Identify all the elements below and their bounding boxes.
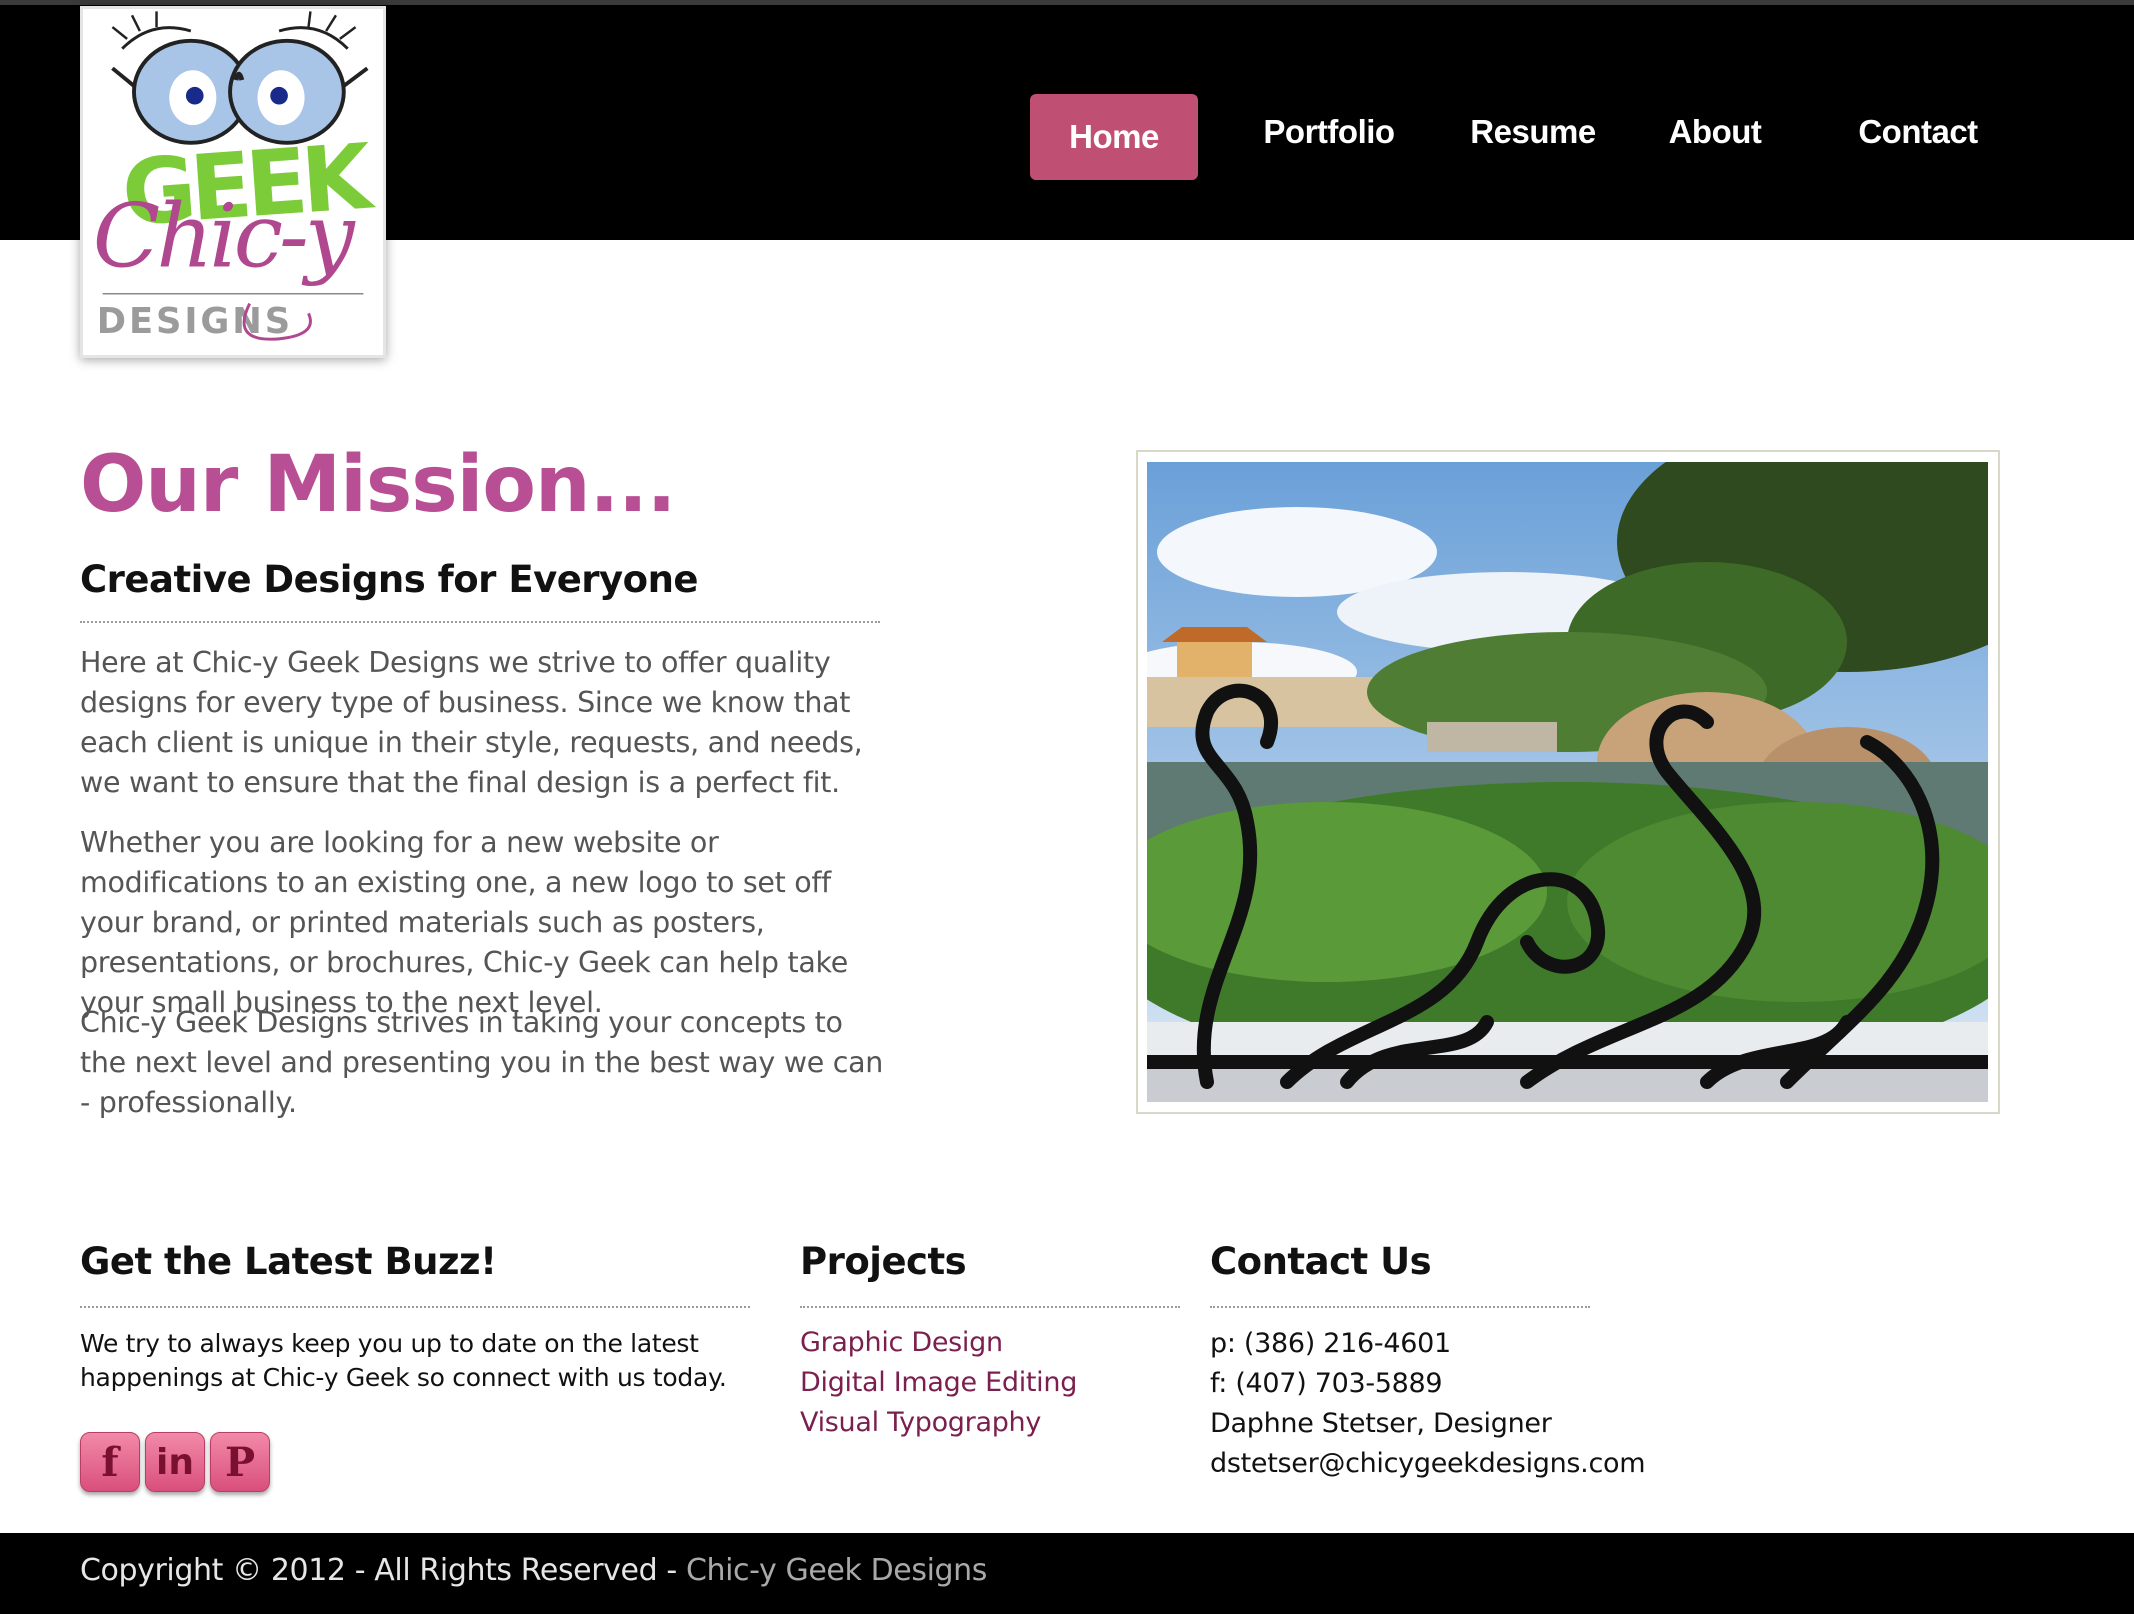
projects-heading: Projects <box>800 1240 967 1283</box>
projects-divider <box>800 1306 1180 1308</box>
facebook-icon[interactable]: f <box>80 1432 140 1492</box>
contact-phone: p: (386) 216-4601 <box>1210 1328 1451 1359</box>
contact-email-link[interactable]: dstetser@chicygeekdesigns.com <box>1210 1448 1646 1479</box>
project-link-digital-image-editing[interactable]: Digital Image Editing <box>800 1366 1077 1400</box>
site-logo[interactable]: GEEK Chic-y DESIGNS <box>80 6 386 358</box>
contact-divider <box>1210 1306 1590 1308</box>
buzz-divider <box>80 1306 750 1308</box>
copyright-text: Copyright © 2012 - All Rights Reserved -… <box>80 1553 987 1588</box>
garden-photo-image <box>1147 462 1988 1102</box>
svg-text:Chic-y: Chic-y <box>93 184 356 287</box>
mission-subtitle: Creative Designs for Everyone <box>80 558 699 601</box>
buzz-text-line: We try to always keep you up to date on … <box>80 1329 699 1358</box>
mission-title: Our Mission... <box>80 440 676 530</box>
mission-paragraph: Here at Chic-y Geek Designs we strive to… <box>80 646 863 799</box>
project-link-visual-typography[interactable]: Visual Typography <box>800 1406 1041 1440</box>
copyright-label: Copyright © 2012 - All Rights Reserved - <box>80 1553 686 1588</box>
contact-fax: f: (407) 703-5889 <box>1210 1368 1443 1399</box>
nav-item-resume[interactable]: Resume <box>1458 94 1608 180</box>
nav-item-home[interactable]: Home <box>1030 94 1198 180</box>
garden-photo <box>1147 462 1988 1102</box>
nav-item-portfolio[interactable]: Portfolio <box>1244 94 1414 180</box>
nav-item-contact[interactable]: Contact <box>1838 94 1998 180</box>
linkedin-icon[interactable]: in <box>145 1432 205 1492</box>
footer-brand-link[interactable]: Chic-y Geek Designs <box>686 1553 987 1588</box>
contact-heading: Contact Us <box>1210 1240 1432 1283</box>
buzz-text-line: happenings at Chic-y Geek so connect wit… <box>80 1363 727 1392</box>
nav-item-about[interactable]: About <box>1650 94 1780 180</box>
pinterest-icon[interactable]: P <box>210 1432 270 1492</box>
contact-name: Daphne Stetser, Designer <box>1210 1408 1552 1439</box>
svg-text:DESIGNS: DESIGNS <box>97 301 293 342</box>
logo-graphic: GEEK Chic-y DESIGNS <box>83 9 383 355</box>
mission-paragraph: Whether you are looking for a new websit… <box>80 826 848 1019</box>
project-link-graphic-design[interactable]: Graphic Design <box>800 1326 1003 1360</box>
mission-paragraph: Chic-y Geek Designs strives in taking yo… <box>80 1006 884 1119</box>
mission-divider <box>80 621 880 623</box>
buzz-heading: Get the Latest Buzz! <box>80 1240 497 1283</box>
